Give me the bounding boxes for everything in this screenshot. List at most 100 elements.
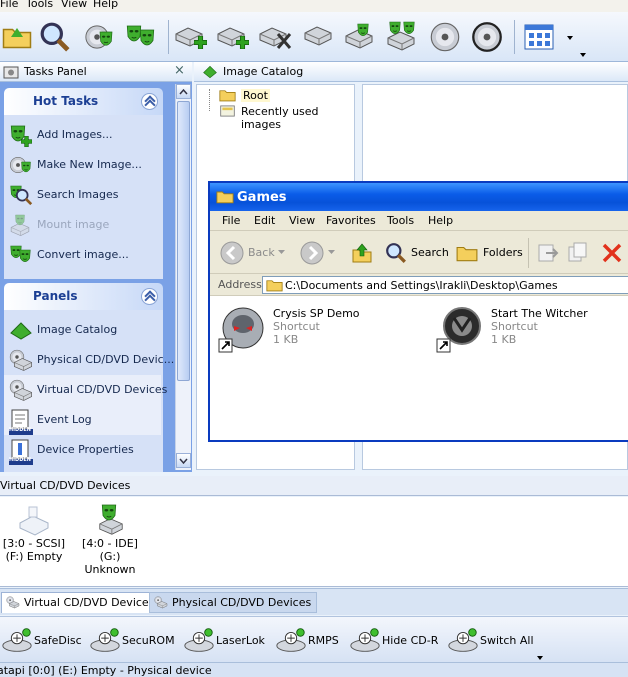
unmount-image-button[interactable] (386, 18, 420, 56)
convert-image-button[interactable] (124, 18, 158, 56)
explorer-menu-help[interactable]: Help (428, 214, 453, 227)
task-label: Mount image (37, 218, 110, 231)
close-tasks-panel-button[interactable]: × (174, 63, 185, 78)
image-catalog-header: Image Catalog (194, 62, 628, 82)
collapse-hot-tasks-icon[interactable] (141, 93, 158, 110)
panel-event-log[interactable]: HIDDEN Event Log (4, 405, 161, 435)
scroll-down-button[interactable] (176, 453, 191, 468)
main-toolbar (0, 12, 628, 62)
explorer-menu-tools[interactable]: Tools (387, 214, 414, 227)
task-convert-image[interactable]: Convert image... (4, 240, 161, 270)
scroll-thumb[interactable] (177, 101, 190, 381)
device-item[interactable]: [3:0 - SCSI] (F:) Empty (2, 503, 66, 563)
task-label: Convert image... (37, 248, 129, 261)
tree-item-label: Recently used images (241, 105, 319, 131)
panels-title: Panels (33, 289, 78, 303)
folder-icon (216, 189, 234, 204)
up-folder-icon (352, 243, 372, 263)
search-button[interactable]: Search (385, 240, 449, 266)
explorer-title-bar[interactable]: Games (210, 183, 628, 211)
unmount-image-icon (387, 21, 415, 51)
toolbar-overflow-icon[interactable] (580, 48, 586, 57)
address-value: C:\Documents and Settings\Irakli\Desktop… (285, 279, 558, 292)
panel-physical-devices[interactable]: Physical CD/DVD Devic... (4, 345, 174, 375)
explorer-file-list: Crysis SP Demo Shortcut 1 KB Start The W… (210, 296, 628, 440)
panel-device-properties[interactable]: HIDDEN Device Properties (4, 435, 161, 465)
toolbar-overflow-icon[interactable] (537, 651, 543, 660)
panel-label: Virtual CD/DVD Devices (37, 383, 168, 396)
move-to-icon (538, 244, 559, 262)
copy-to-button[interactable] (567, 241, 591, 265)
forward-button[interactable] (300, 241, 336, 265)
explorer-menu-file[interactable]: File (222, 214, 240, 227)
convert-image-icon (126, 25, 155, 46)
file-item[interactable]: Start The Witcher Shortcut 1 KB (436, 304, 626, 354)
hot-tasks-header[interactable]: Hot Tasks (4, 88, 163, 115)
file-item[interactable]: Crysis SP Demo Shortcut 1 KB (218, 304, 418, 354)
tab-virtual-devices[interactable]: Virtual CD/DVD Devices (1, 592, 161, 613)
collapse-panels-icon[interactable] (141, 288, 158, 305)
device-item[interactable]: [4:0 - IDE] (G:) Unknown (72, 503, 148, 576)
image-catalog-icon (203, 65, 217, 79)
explorer-menu-favorites[interactable]: Favorites (326, 214, 376, 227)
emulation-gear-icon (0, 625, 34, 655)
button-label: Switch All (480, 634, 534, 647)
up-folder-button[interactable] (350, 241, 374, 265)
securom-button[interactable]: SecuROM (88, 625, 175, 657)
add-scsi-device-button[interactable] (174, 18, 208, 56)
menu-view[interactable]: View (61, 0, 87, 10)
task-add-images[interactable]: Add Images... (4, 120, 161, 150)
file-name: Crysis SP Demo (273, 307, 360, 320)
add-ide-device-button[interactable] (216, 18, 250, 56)
hide-cdr-button[interactable]: Hide CD-R (348, 625, 438, 657)
tab-physical-devices[interactable]: Physical CD/DVD Devices (149, 592, 318, 613)
view-dropdown-arrow-icon[interactable] (566, 32, 574, 40)
remove-device-button[interactable] (258, 18, 292, 56)
panel-label: Event Log (37, 413, 92, 426)
switch-all-button[interactable]: Switch All (446, 625, 536, 657)
folders-button[interactable]: Folders (456, 240, 523, 266)
eject-all-button[interactable] (470, 18, 504, 56)
scroll-up-button[interactable] (176, 84, 191, 99)
emulation-gear-icon (446, 625, 480, 655)
add-drive-icon (175, 27, 207, 49)
search-button[interactable] (38, 18, 72, 56)
back-button[interactable]: Back (220, 241, 290, 265)
panel-image-catalog[interactable]: Image Catalog (4, 315, 161, 345)
device-id: [3:0 - SCSI] (2, 537, 66, 550)
view-options-button[interactable] (522, 18, 556, 56)
mount-button[interactable] (302, 18, 336, 56)
menu-tools[interactable]: Tools (26, 0, 53, 10)
open-image-button[interactable] (0, 18, 34, 56)
physical-drive-icon (154, 596, 168, 609)
emulation-gear-icon (182, 625, 216, 655)
panel-virtual-devices[interactable]: Virtual CD/DVD Devices (4, 375, 167, 405)
mount-image-button[interactable] (344, 18, 378, 56)
eject-button[interactable] (428, 18, 462, 56)
tree-item-root[interactable]: Root (203, 88, 353, 104)
panels-header[interactable]: Panels (4, 283, 163, 310)
menu-file[interactable]: File (0, 0, 18, 10)
tree-item-recent[interactable]: Recently used images (203, 104, 353, 131)
file-name: Start The Witcher (491, 307, 588, 320)
rmps-button[interactable]: RMPS (274, 625, 344, 657)
make-image-button[interactable] (82, 18, 116, 56)
safedisc-button[interactable]: SafeDisc (0, 625, 86, 657)
search-icon (385, 242, 407, 264)
panel-label: Device Properties (37, 443, 134, 456)
explorer-menu-edit[interactable]: Edit (254, 214, 275, 227)
tab-label: Virtual CD/DVD Devices (24, 596, 155, 609)
explorer-menu-view[interactable]: View (289, 214, 315, 227)
task-make-new-image[interactable]: Make New Image... (4, 150, 161, 180)
tree-item-label: Root (241, 89, 270, 102)
task-search-images[interactable]: Search Images (4, 180, 161, 210)
delete-button[interactable] (600, 241, 624, 265)
menu-help[interactable]: Help (93, 0, 118, 10)
laserlok-button[interactable]: LaserLok (182, 625, 268, 657)
copy-to-icon (568, 242, 587, 262)
tasks-panel-scrollbar[interactable] (175, 84, 191, 470)
button-label: RMPS (308, 634, 339, 647)
move-to-button[interactable] (536, 241, 560, 265)
address-input[interactable]: C:\Documents and Settings\Irakli\Desktop… (262, 276, 628, 294)
task-mount-image[interactable]: Mount image (4, 210, 161, 240)
